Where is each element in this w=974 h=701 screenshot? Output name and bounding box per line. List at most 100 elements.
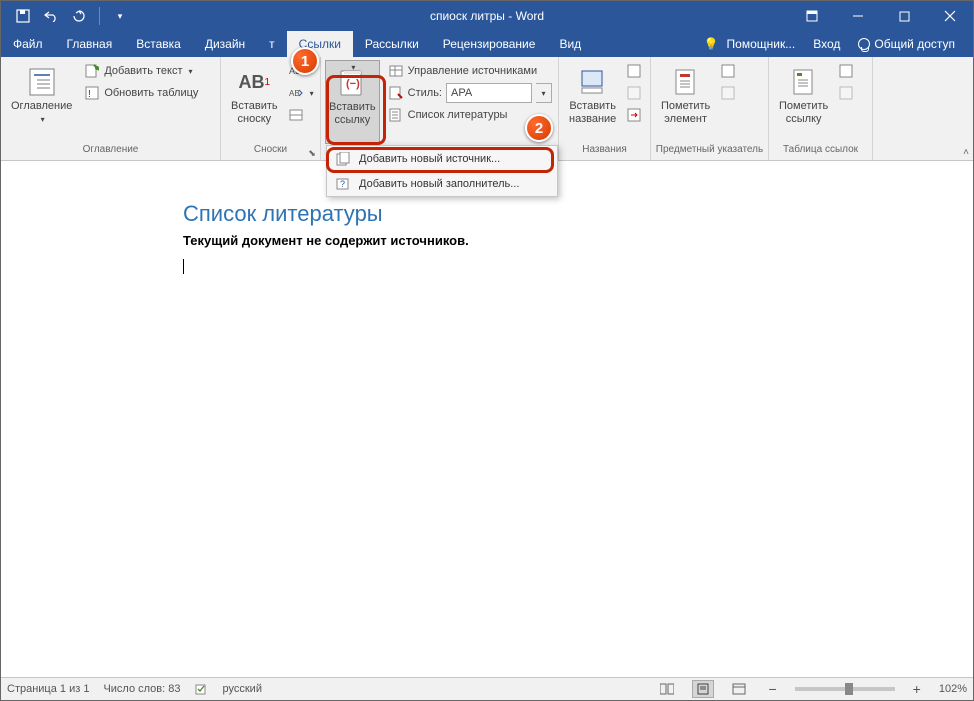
- style-combo[interactable]: APA: [446, 83, 532, 103]
- tab-file[interactable]: Файл: [1, 31, 55, 57]
- redo-icon[interactable]: [67, 4, 91, 28]
- tab-review[interactable]: Рецензирование: [431, 31, 548, 57]
- style-selector[interactable]: Стиль: APA ▾: [386, 82, 554, 104]
- close-button[interactable]: [927, 1, 973, 31]
- tab-view[interactable]: Вид: [547, 31, 593, 57]
- share-label: Общий доступ: [874, 37, 955, 51]
- add-new-placeholder-item[interactable]: ? Добавить новый заполнитель...: [327, 171, 557, 196]
- tab-mailings[interactable]: Рассылки: [353, 31, 431, 57]
- insert-caption-button[interactable]: Вставить название: [563, 60, 622, 144]
- toc-button[interactable]: Оглавление▾: [5, 60, 78, 144]
- window-title: спиоск литры - Word: [430, 9, 544, 23]
- insert-citation-dropdown: Добавить новый источник... ? Добавить но…: [326, 145, 558, 197]
- view-print-layout[interactable]: [692, 680, 714, 698]
- svg-text:AB: AB: [289, 89, 300, 98]
- update-table-button[interactable]: ! Обновить таблицу: [82, 82, 200, 104]
- index-mini2[interactable]: [718, 82, 738, 104]
- add-new-source-item[interactable]: Добавить новый источник...: [327, 146, 557, 171]
- zoom-slider[interactable]: [795, 687, 895, 691]
- svg-text:?: ?: [340, 179, 345, 189]
- toa-mini2[interactable]: [836, 82, 856, 104]
- show-notes-button[interactable]: [286, 104, 316, 126]
- page-indicator[interactable]: Страница 1 из 1: [7, 683, 89, 695]
- status-bar: Страница 1 из 1 Число слов: 83 русский −…: [1, 677, 973, 700]
- insert-footnote-button[interactable]: AB1 Вставить сноску: [225, 60, 284, 144]
- footnote-icon: AB1: [238, 66, 270, 98]
- add-text-button[interactable]: Добавить текст▾: [82, 60, 200, 82]
- style-combo-arrow[interactable]: ▾: [536, 83, 552, 103]
- show-notes-icon: [288, 107, 304, 123]
- maximize-button[interactable]: [881, 1, 927, 31]
- quick-access-toolbar: ▾: [1, 4, 132, 28]
- tell-me-button[interactable]: 💡Помощник...: [696, 37, 804, 51]
- index-mini1[interactable]: [718, 60, 738, 82]
- save-icon[interactable]: [11, 4, 35, 28]
- toa-mini1[interactable]: [836, 60, 856, 82]
- customize-qat-icon[interactable]: ▾: [108, 4, 132, 28]
- svg-text:(−): (−): [346, 78, 360, 90]
- mark-entry-button[interactable]: Пометить элемент: [655, 60, 716, 144]
- word-count[interactable]: Число слов: 83: [103, 683, 180, 695]
- proofing-icon[interactable]: [195, 682, 209, 696]
- collapse-ribbon-icon[interactable]: ˄: [963, 147, 969, 158]
- bibliography-icon: [388, 107, 404, 123]
- zoom-value[interactable]: 102%: [939, 683, 967, 695]
- language-indicator[interactable]: русский: [223, 683, 262, 695]
- group-toc-label: Оглавление: [1, 144, 220, 160]
- update-toa-icon: [838, 85, 854, 101]
- minimize-button[interactable]: [835, 1, 881, 31]
- callout-2: 2: [525, 114, 553, 142]
- update-tof-icon: [626, 85, 642, 101]
- zoom-thumb[interactable]: [845, 683, 853, 695]
- tab-insert[interactable]: Вставка: [124, 31, 193, 57]
- table-of-figures-icon: [626, 63, 642, 79]
- zoom-in-button[interactable]: +: [909, 681, 925, 697]
- add-new-source-label: Добавить новый источник...: [359, 153, 500, 165]
- next-footnote-button[interactable]: AB▾: [286, 82, 316, 104]
- zoom-out-button[interactable]: −: [764, 681, 780, 697]
- next-footnote-icon: AB: [288, 85, 304, 101]
- group-toc: Оглавление▾ Добавить текст▾ ! Обновить т…: [1, 57, 221, 160]
- insert-footnote-label: Вставить сноску: [231, 100, 278, 125]
- insert-toa-icon: [838, 63, 854, 79]
- insert-citation-label: Вставить ссылку: [329, 101, 376, 126]
- ribbon-tabs: Файл Главная Вставка Дизайн т Ссылки Рас…: [1, 31, 973, 57]
- style-value: APA: [451, 87, 472, 99]
- person-icon: [858, 38, 870, 50]
- tab-hidden[interactable]: т: [257, 31, 287, 57]
- view-read-mode[interactable]: [656, 680, 678, 698]
- svg-text:!: !: [88, 89, 91, 100]
- caption-mini3[interactable]: [624, 104, 644, 126]
- share-button[interactable]: Общий доступ: [850, 37, 963, 51]
- cross-reference-icon: [626, 107, 642, 123]
- undo-icon[interactable]: [39, 4, 63, 28]
- tab-design[interactable]: Дизайн: [193, 31, 257, 57]
- view-web-layout[interactable]: [728, 680, 750, 698]
- doc-paragraph: Текущий документ не содержит источников.: [183, 233, 973, 248]
- tab-home[interactable]: Главная: [55, 31, 125, 57]
- add-placeholder-icon: ?: [335, 176, 351, 192]
- caption-mini1[interactable]: [624, 60, 644, 82]
- toc-icon: [26, 66, 58, 98]
- group-captions: Вставить название Названия: [559, 57, 651, 160]
- mark-citation-button[interactable]: Пометить ссылку: [773, 60, 834, 144]
- document-area[interactable]: Список литературы Текущий документ не со…: [1, 161, 973, 677]
- group-index: Пометить элемент Предметный указатель: [651, 57, 769, 160]
- ribbon-display-icon[interactable]: [789, 1, 835, 31]
- mark-citation-icon: [788, 66, 820, 98]
- manage-sources-button[interactable]: Управление источниками: [386, 60, 554, 82]
- bibliography-label: Список литературы: [408, 109, 508, 121]
- add-text-label: Добавить текст: [104, 65, 182, 77]
- update-index-icon: [720, 85, 736, 101]
- sign-in-button[interactable]: Вход: [805, 37, 848, 51]
- text-cursor: [183, 259, 184, 274]
- insert-citation-button[interactable]: (−) Вставить ссылку ▾: [325, 60, 380, 144]
- style-label: Стиль:: [408, 87, 442, 99]
- footnotes-dialog-launcher[interactable]: ⬊: [306, 147, 318, 159]
- doc-heading: Список литературы: [183, 201, 973, 227]
- callout-1: 1: [291, 47, 319, 75]
- group-captions-label: Названия: [559, 144, 650, 160]
- manage-sources-icon: [388, 63, 404, 79]
- caption-mini2[interactable]: [624, 82, 644, 104]
- toc-label: Оглавление: [11, 100, 72, 112]
